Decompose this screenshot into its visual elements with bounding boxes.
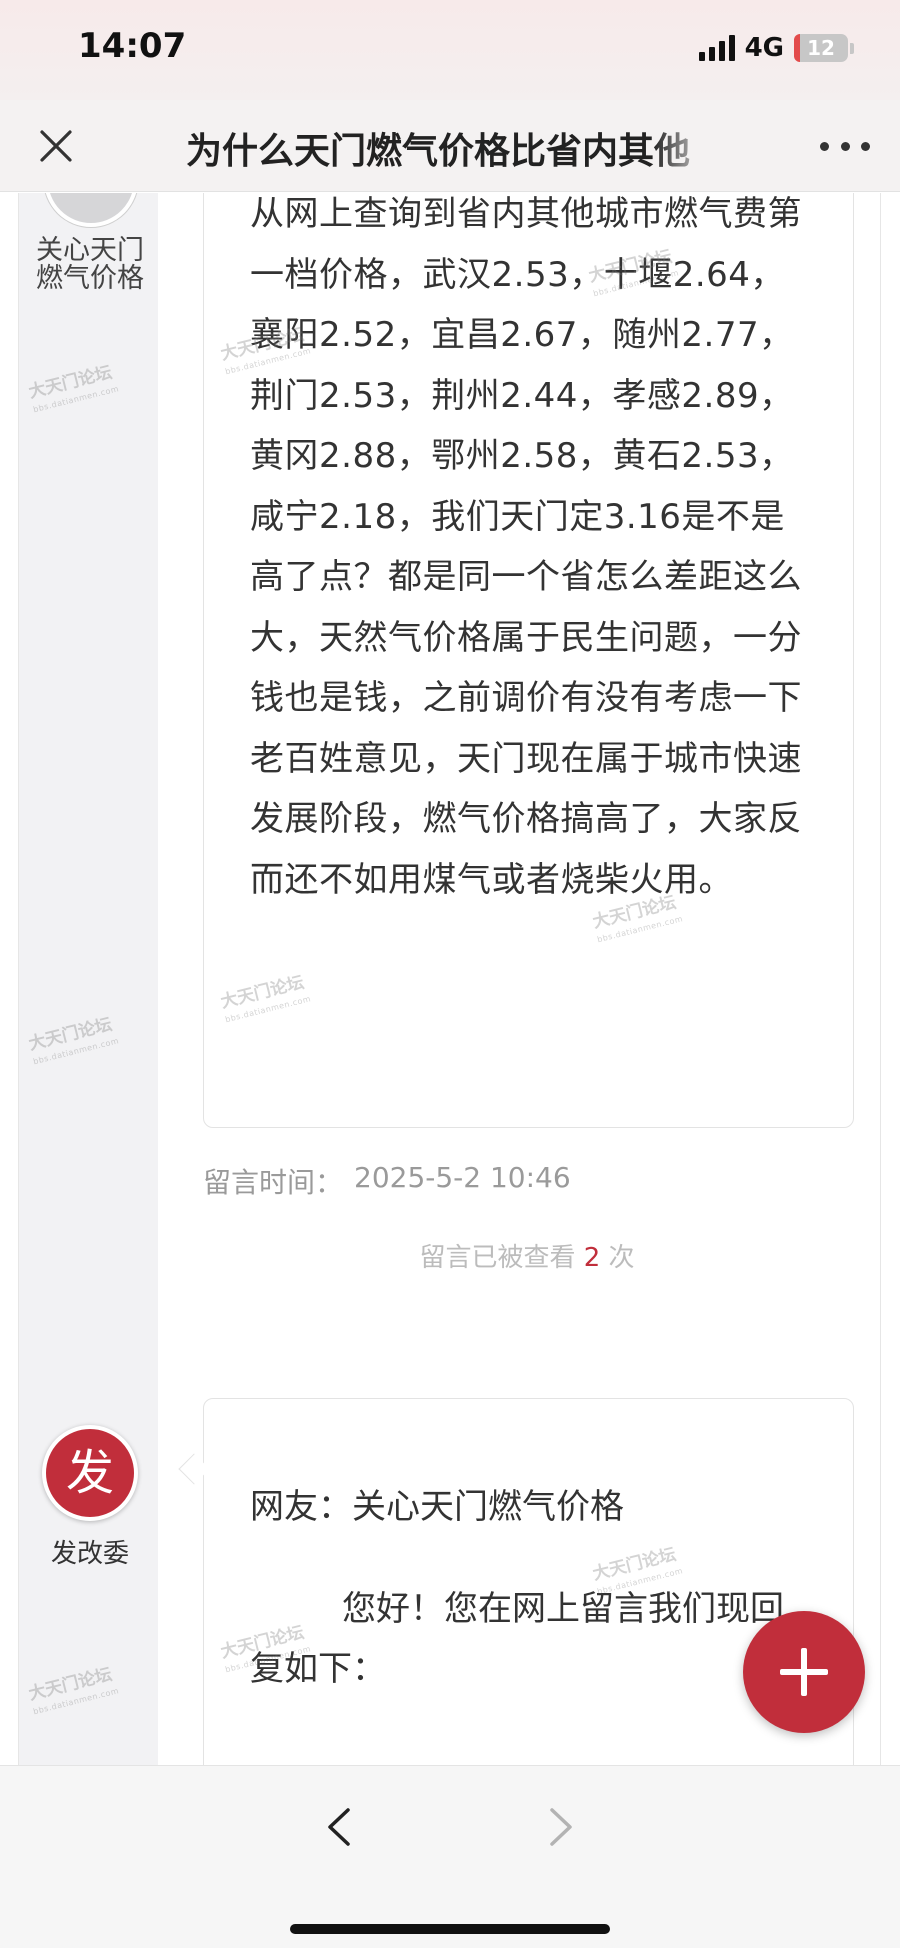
message-time-label: 留言时间： xyxy=(203,1166,344,1199)
chevron-left-icon[interactable] xyxy=(318,1802,362,1852)
more-icon[interactable] xyxy=(820,126,870,166)
view-count: 留言已被查看 2 次 xyxy=(0,1237,900,1274)
user-name: 关心天门燃气价格 xyxy=(36,235,144,294)
status-bar: 14:07 4G 12 xyxy=(0,0,900,100)
page-title: 为什么天门燃气价格比省内其他 xyxy=(186,131,691,170)
divider xyxy=(880,193,881,1765)
nav-bar: 为什么天门燃气价格比省内其他 xyxy=(0,100,900,192)
view-count-prefix: 留言已被查看 xyxy=(419,1243,576,1273)
reply-recipient-label: 网友： xyxy=(250,1487,352,1527)
responder-avatar: 发 xyxy=(42,1425,138,1521)
home-indicator[interactable] xyxy=(290,1924,610,1934)
message-card: 从网上查询到省内其他城市燃气费第一档价格，武汉2.53，十堰2.64，襄阳2.5… xyxy=(203,193,854,1128)
reply-recipient: 网友：关心天门燃气价格 xyxy=(250,1479,624,1528)
add-button[interactable] xyxy=(743,1611,865,1733)
signal-icon xyxy=(698,35,735,61)
battery-tip xyxy=(850,42,854,54)
responder-name: 发改委 xyxy=(50,1539,129,1569)
battery-icon: 12 xyxy=(794,34,848,62)
message-content: 从网上查询到省内其他城市燃气费第一档价格，武汉2.53，十堰2.64，襄阳2.5… xyxy=(250,194,802,900)
message-thread[interactable]: 关心天门燃气价格 从网上查询到省内其他城市燃气费第一档价格，武汉2.53，十堰2… xyxy=(0,193,900,1765)
close-icon[interactable] xyxy=(30,120,82,172)
battery-percent: 12 xyxy=(807,36,835,60)
reply-recipient-name: 关心天门燃气价格 xyxy=(352,1487,624,1527)
status-indicators: 4G 12 xyxy=(698,30,854,66)
view-count-number: 2 xyxy=(583,1243,601,1273)
message-time: 2025-5-2 10:46 xyxy=(354,1161,571,1194)
chevron-right-icon[interactable] xyxy=(538,1802,582,1852)
status-time: 14:07 xyxy=(78,26,187,66)
bottom-toolbar xyxy=(0,1765,900,1948)
avatar-rail xyxy=(18,193,158,1765)
battery-level xyxy=(794,34,801,62)
network-type: 4G xyxy=(744,33,784,63)
reply-content: 您好！您在网上留言我们现回复如下： xyxy=(250,1589,784,1689)
view-count-suffix: 次 xyxy=(608,1243,635,1273)
